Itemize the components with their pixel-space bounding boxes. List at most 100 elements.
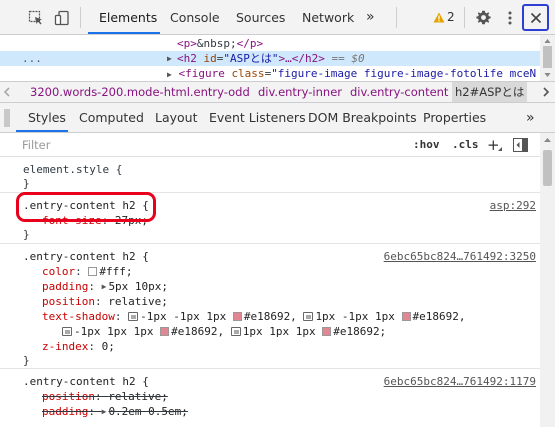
- rule-close-brace: }: [23, 354, 30, 367]
- tab-layout[interactable]: Layout: [155, 103, 198, 133]
- tab-properties[interactable]: Properties: [423, 103, 486, 133]
- styles-scrollbar-thumb[interactable]: [543, 150, 552, 186]
- color-swatch[interactable]: [232, 312, 242, 321]
- tab-sources[interactable]: Sources: [236, 0, 285, 35]
- declaration[interactable]: padding: ▶ 5px 10px;: [42, 279, 168, 294]
- rule-source-link[interactable]: asp:292: [490, 198, 536, 213]
- property-value: 0;: [101, 340, 115, 353]
- shadow-editor-icon[interactable]: [303, 312, 314, 321]
- property-name: z-index: [42, 340, 89, 353]
- tree-node-h2-selected[interactable]: ... ▶ <h2 id="ASPとは">…</h2> == $0: [0, 51, 540, 66]
- attr-value: "ASPとは": [223, 52, 279, 65]
- chevron-right-icon[interactable]: [541, 86, 551, 98]
- color-swatch[interactable]: [401, 312, 411, 321]
- toolbar-separator: [80, 7, 81, 28]
- gear-icon[interactable]: [474, 0, 492, 35]
- rule-selector[interactable]: .entry-content h2 {: [23, 374, 149, 389]
- shadow-color: #e18692;: [333, 325, 387, 338]
- shadow-editor-icon[interactable]: [230, 327, 241, 336]
- property-value: #fff;: [99, 265, 133, 278]
- breadcrumb-item[interactable]: div.entry-content: [350, 82, 448, 102]
- scroll-up-icon[interactable]: [543, 137, 552, 143]
- declaration[interactable]: text-shadow: -1px -1px 1px #e18692, 1px …: [42, 309, 466, 324]
- tag-open: <p>: [177, 37, 197, 50]
- new-rule-button[interactable]: +: [487, 133, 500, 157]
- panel-splitter[interactable]: [4, 109, 10, 127]
- more-subtabs-button[interactable]: »: [526, 103, 535, 133]
- rule-close-brace: }: [23, 177, 30, 190]
- kebab-menu-icon[interactable]: [503, 0, 517, 35]
- chevron-left-icon[interactable]: [2, 86, 12, 98]
- property-name: text-shadow: [42, 310, 115, 323]
- expand-triangle-icon[interactable]: ▶: [167, 51, 172, 66]
- property-name: position: [42, 295, 95, 308]
- expand-triangle-icon[interactable]: ▶: [102, 404, 107, 419]
- tab-computed[interactable]: Computed: [79, 103, 144, 133]
- close-icon: [530, 12, 541, 23]
- tree-scrollbar[interactable]: [540, 35, 555, 81]
- property-value: relative;: [108, 390, 168, 403]
- color-swatch[interactable]: [322, 327, 332, 336]
- tab-event-listeners[interactable]: Event Listeners: [209, 103, 306, 133]
- toggle-computed-sidebar-icon[interactable]: [513, 138, 528, 152]
- property-name: color: [42, 265, 76, 278]
- property-value: 0.2em 0.5em;: [108, 405, 188, 418]
- tree-node-p[interactable]: <p>&nbsp;</p>: [177, 36, 263, 51]
- tab-elements[interactable]: Elements: [99, 0, 157, 35]
- tree-node-figure[interactable]: ▶ <figure class="figure-image figure-ima…: [167, 66, 536, 81]
- expand-triangle-icon[interactable]: ▶: [102, 279, 107, 294]
- tab-network[interactable]: Network: [302, 0, 354, 35]
- declaration[interactable]: color: #fff;: [42, 264, 133, 279]
- active-subtab-indicator: [16, 130, 68, 132]
- hover-state-toggle[interactable]: :hov: [413, 133, 440, 157]
- selected-node-marker: == $0: [331, 52, 365, 65]
- close-button[interactable]: [522, 4, 549, 31]
- tab-console[interactable]: Console: [170, 0, 220, 35]
- breadcrumb-item[interactable]: div.entry-inner: [258, 82, 342, 102]
- property-name: padding: [42, 280, 89, 293]
- declaration-overridden[interactable]: padding: ▶ 0.2em 0.5em;: [42, 404, 188, 419]
- breadcrumb-item[interactable]: 3200.words-200.mode-html.entry-odd: [30, 82, 250, 102]
- sidebar-tabs: Styles Computed Layout Event Listeners D…: [0, 103, 555, 133]
- property-value: 5px 10px;: [108, 280, 169, 293]
- declaration-overridden[interactable]: position: relative;: [42, 389, 168, 404]
- tag-open: <figure: [178, 67, 225, 80]
- annotation-highlight: [16, 192, 156, 222]
- rule-selector[interactable]: .entry-content h2 {: [23, 249, 149, 264]
- devtools-toolbar: Elements Console Sources Network » 2: [0, 0, 555, 35]
- class-toggle[interactable]: .cls: [452, 133, 479, 157]
- rule-source-link[interactable]: 6ebc65bc824…761492:3250: [384, 249, 536, 264]
- shadow-offset: -1px 1px 1px: [74, 325, 154, 338]
- declaration-continuation[interactable]: -1px 1px 1px #e18692, 1px 1px 1px #e1869…: [62, 324, 386, 339]
- color-swatch[interactable]: [160, 327, 170, 336]
- tag-open: <h2: [177, 52, 197, 65]
- gutter-ellipsis[interactable]: ...: [22, 51, 42, 66]
- tab-styles[interactable]: Styles: [28, 103, 66, 133]
- device-toggle-icon[interactable]: [52, 0, 72, 35]
- rule-selector[interactable]: element.style {: [23, 162, 122, 177]
- property-name: padding: [42, 405, 89, 418]
- shadow-offset: 1px -1px 1px: [315, 310, 395, 323]
- shadow-offset: 1px 1px 1px: [242, 325, 316, 338]
- style-rule: .entry-content h2 { 6ebc65bc824…761492:3…: [0, 244, 540, 369]
- property-value: relative;: [108, 295, 168, 308]
- declaration[interactable]: position: relative;: [42, 294, 168, 309]
- expand-triangle-icon[interactable]: ▶: [167, 70, 172, 79]
- warning-icon[interactable]: [432, 0, 446, 35]
- tag-close: </p>: [236, 37, 264, 50]
- breadcrumb-item-selected[interactable]: h2#ASPとは: [452, 82, 528, 102]
- color-swatch[interactable]: [88, 267, 98, 276]
- rule-source-link[interactable]: 6ebc65bc824…761492:1179: [384, 374, 536, 389]
- shadow-editor-icon[interactable]: [128, 312, 139, 321]
- warning-count[interactable]: 2: [447, 0, 455, 35]
- more-tabs-button[interactable]: »: [366, 0, 375, 35]
- attr-name: id: [203, 52, 217, 65]
- declaration[interactable]: z-index: 0;: [42, 339, 115, 354]
- new-rule-corner-icon: [498, 147, 502, 151]
- shadow-editor-icon[interactable]: [62, 327, 72, 336]
- property-name: position: [42, 390, 95, 403]
- shadow-color: #e18692,: [171, 325, 225, 338]
- inspect-icon[interactable]: [26, 0, 46, 35]
- tab-dom-breakpoints[interactable]: DOM Breakpoints: [308, 103, 417, 133]
- filter-input[interactable]: [22, 136, 392, 154]
